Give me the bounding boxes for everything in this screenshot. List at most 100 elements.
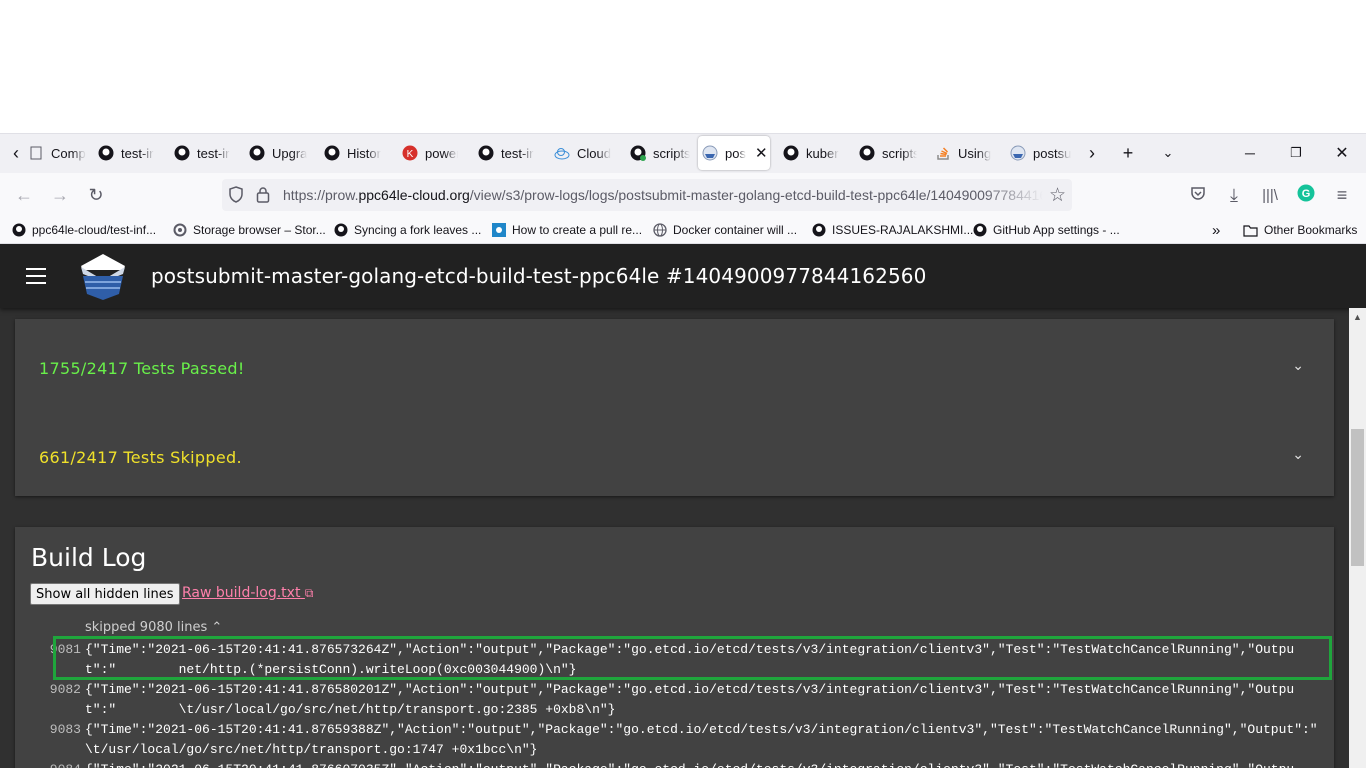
github-icon xyxy=(973,223,987,237)
navigation-bar: ← → ↻ https://prow.ppc64le-cloud.org/vie… xyxy=(0,173,1366,217)
line-number[interactable]: 9084 xyxy=(45,760,81,768)
minimize-icon: ─ xyxy=(1245,145,1255,161)
skipped-lines-toggle[interactable]: skipped 9080 lines ⌃ xyxy=(85,620,222,635)
line-number[interactable]: 9083 xyxy=(45,720,81,740)
github-icon xyxy=(478,145,494,161)
downloads-button[interactable]: ⤓ xyxy=(1218,179,1250,211)
bookmark-item[interactable]: ppc64le-cloud/test-inf... xyxy=(12,221,156,239)
tab-github-3[interactable]: Upgra xyxy=(245,136,307,170)
other-bookmarks[interactable]: Other Bookmarks xyxy=(1243,221,1357,239)
page-icon xyxy=(28,145,44,161)
reload-button[interactable]: ↻ xyxy=(80,179,112,211)
bookmark-label: Storage browser – Stor... xyxy=(193,223,326,237)
chevron-down-icon: ⌄ xyxy=(1162,145,1174,160)
bookmark-item[interactable]: GitHub App settings - ... xyxy=(973,221,1120,239)
github-icon xyxy=(174,145,190,161)
tab-power[interactable]: K power xyxy=(398,136,458,170)
tab-label: kuber xyxy=(806,145,839,161)
chevron-right-icon: › xyxy=(1089,142,1095,163)
raw-build-log-link[interactable]: Raw build-log.txt ⧉ xyxy=(182,585,313,601)
chevron-down-icon[interactable]: ⌄ xyxy=(1292,357,1304,374)
app-header: postsubmit-master-golang-etcd-build-test… xyxy=(0,244,1366,308)
tab-label: pos xyxy=(725,145,746,161)
bookmark-label: GitHub App settings - ... xyxy=(993,223,1120,237)
github-icon xyxy=(812,223,826,237)
library-button[interactable]: |||\ xyxy=(1254,179,1286,211)
tab-scripts-1[interactable]: scripts xyxy=(626,136,690,170)
address-bar[interactable]: https://prow.ppc64le-cloud.org/view/s3/p… xyxy=(222,179,1072,211)
chevron-down-icon[interactable]: ⌄ xyxy=(1292,446,1304,463)
minimize-button[interactable]: ─ xyxy=(1234,133,1266,173)
more-bookmarks-button[interactable]: » xyxy=(1212,221,1220,239)
prow-logo xyxy=(79,252,127,307)
github-icon xyxy=(334,223,348,237)
reload-icon: ↻ xyxy=(88,184,104,205)
menu-button[interactable]: ≡ xyxy=(1326,179,1358,211)
bookmark-label: ISSUES-RAJALAKSHMI... xyxy=(832,223,974,237)
blue-square-icon xyxy=(492,223,506,237)
back-button[interactable]: ← xyxy=(8,179,40,211)
new-tab-button[interactable]: + xyxy=(1112,133,1144,173)
tab-label: Cloud xyxy=(577,145,611,161)
svg-text:G: G xyxy=(1302,188,1311,200)
hamburger-icon: ≡ xyxy=(1336,184,1348,205)
tab-label: test-ir xyxy=(501,145,534,161)
grammarly-icon: G xyxy=(1297,184,1315,207)
scrollbar-thumb[interactable] xyxy=(1351,429,1364,566)
log-line-text: {"Time":"2021-06-15T20:41:41.876607035Z"… xyxy=(85,760,1325,768)
build-log-card: Build Log Show all hidden lines Raw buil… xyxy=(15,527,1334,768)
page-content: postsubmit-master-golang-etcd-build-test… xyxy=(0,244,1366,768)
scroll-up-icon[interactable]: ▲ xyxy=(1353,312,1362,322)
tab-comp[interactable]: Comp xyxy=(24,136,90,170)
restore-button[interactable]: ❐ xyxy=(1280,133,1312,173)
tab-scroll-right-button[interactable]: › xyxy=(1076,133,1108,173)
page-scrollbar[interactable]: ▲ xyxy=(1349,308,1366,768)
tab-cloud[interactable]: Cloud xyxy=(550,136,614,170)
tab-prow-active[interactable]: pos ✕ xyxy=(698,136,770,170)
bookmark-item[interactable]: How to create a pull re... xyxy=(492,221,642,239)
tab-postsu[interactable]: postsu xyxy=(1006,136,1072,170)
double-chevron-icon: » xyxy=(1212,221,1221,239)
globe-icon xyxy=(653,223,667,237)
bookmark-item[interactable]: Syncing a fork leaves ... xyxy=(334,221,481,239)
url-text[interactable]: https://prow.ppc64le-cloud.org/view/s3/p… xyxy=(283,187,1043,203)
tab-github-2[interactable]: test-ir xyxy=(170,136,232,170)
bookmark-item[interactable]: ISSUES-RAJALAKSHMI... xyxy=(812,221,973,239)
stackoverflow-icon xyxy=(935,145,951,161)
tab-github-1[interactable]: test-ir xyxy=(94,136,162,170)
hamburger-menu-icon[interactable] xyxy=(26,268,46,284)
bookmark-item[interactable]: Storage browser – Stor... xyxy=(173,221,326,239)
close-icon: ✕ xyxy=(1335,145,1349,162)
url-prefix: https://prow. xyxy=(283,187,359,203)
plus-icon: + xyxy=(1122,142,1134,163)
tests-passed-summary[interactable]: 1755/2417 Tests Passed! xyxy=(39,359,245,378)
tab-github-4[interactable]: Histor xyxy=(320,136,382,170)
tab-label: Comp xyxy=(51,145,86,161)
shield-icon[interactable] xyxy=(228,186,244,209)
gear-icon xyxy=(173,223,187,237)
line-number[interactable]: 9082 xyxy=(45,680,81,700)
tab-label: Upgra xyxy=(272,145,307,161)
list-tabs-button[interactable]: ⌄ xyxy=(1152,133,1184,173)
download-icon: ⤓ xyxy=(1230,184,1238,205)
tab-scripts-2[interactable]: scripts xyxy=(855,136,917,170)
github-icon xyxy=(12,223,26,237)
pocket-icon xyxy=(1190,185,1206,206)
library-icon: |||\ xyxy=(1262,186,1278,204)
page-title: postsubmit-master-golang-etcd-build-test… xyxy=(151,264,927,288)
pocket-button[interactable] xyxy=(1182,179,1214,211)
close-window-button[interactable]: ✕ xyxy=(1326,133,1358,173)
svg-text:K: K xyxy=(407,149,414,160)
grammarly-button[interactable]: G xyxy=(1290,179,1322,211)
tab-kuber[interactable]: kuber xyxy=(779,136,841,170)
show-all-hidden-lines-button[interactable]: Show all hidden lines xyxy=(30,583,180,605)
close-tab-icon[interactable]: ✕ xyxy=(755,144,768,162)
build-log-heading: Build Log xyxy=(31,543,147,572)
bookmark-item[interactable]: Docker container will ... xyxy=(653,221,797,239)
bookmark-star-icon[interactable]: ☆ xyxy=(1049,184,1066,207)
forward-button[interactable]: → xyxy=(44,179,76,211)
tests-skipped-summary[interactable]: 661/2417 Tests Skipped. xyxy=(39,448,242,467)
tab-github-5[interactable]: test-ir xyxy=(474,136,536,170)
lock-icon[interactable] xyxy=(256,186,270,209)
tab-using[interactable]: Using xyxy=(931,136,993,170)
